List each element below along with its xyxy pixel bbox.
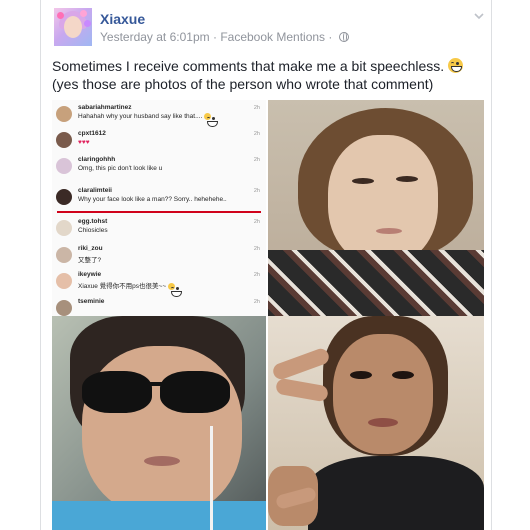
comment-time: 2h [253,299,260,305]
comment-row: claringohhh Omg, this pic don't look lik… [56,156,262,178]
globe-icon [338,32,349,42]
commenter-avatar [56,132,72,148]
comment-time: 2h [253,105,260,111]
meta-separator-2: · [328,30,333,44]
selfie-photo-2[interactable] [52,316,266,530]
grinning-emoji-icon [448,58,464,73]
status-text: Sometimes I receive comments that make m… [52,57,482,93]
selfie-photo-3[interactable] [268,316,484,530]
comment-time: 2h [253,188,260,194]
comment-text: Chiosicles [78,227,108,234]
comment-time: 2h [253,272,260,278]
commenter-name: cpxt1612 [78,130,106,137]
commenter-name: sabariahmartinez [78,104,132,111]
commenter-avatar [56,273,72,289]
comment-text: ♥♥♥ [78,139,90,146]
photo-collage[interactable]: sabariahmartinez Hahahah why your husban… [52,100,484,530]
selfie-photo-1[interactable] [268,100,484,316]
commenter-avatar [56,300,72,316]
comment-time: 2h [253,157,260,163]
commenter-name: ikeywie [78,271,102,278]
commenter-avatar [56,247,72,263]
status-text-after: (yes those are photos of the person who … [52,76,434,92]
commenter-avatar [56,158,72,174]
laughing-emoji-icon [167,283,182,297]
comment-text: Why your face look like a man?? Sorry.. … [78,196,227,203]
comment-time: 2h [253,219,260,225]
commenter-name: egg.tohst [78,218,108,225]
comment-text: Omg, this pic don't look like u [78,165,163,172]
commenter-avatar [56,106,72,122]
comment-row: tseminie 2h [56,298,262,316]
post-meta: Yesterday at 6:01pm · Facebook Mentions … [100,30,349,44]
post-timestamp[interactable]: Yesterday at 6:01pm [100,30,210,44]
comment-time: 2h [253,131,260,137]
comment-row: egg.tohst Chiosicles 2h [56,218,262,240]
laughing-emoji-icon [204,113,219,127]
commenter-name: claralimteii [78,187,112,194]
meta-separator: · [212,30,217,44]
comment-row: cpxt1612 ♥♥♥ 2h [56,130,262,152]
comment-text: Xiaxue 覺得你不用ps也很美~~ [78,280,182,297]
author-name[interactable]: Xiaxue [100,11,145,27]
comment-row-highlighted: claralimteii Why your face look like a m… [56,187,262,209]
comment-row: ikeywie Xiaxue 覺得你不用ps也很美~~ 2h [56,271,262,297]
status-text-main: Sometimes I receive comments that make m… [52,58,445,74]
comment-time: 2h [253,246,260,252]
comment-row: sabariahmartinez Hahahah why your husban… [56,104,262,127]
commenter-name: tseminie [78,298,105,305]
comment-text: 又整了? [78,257,102,264]
author-avatar[interactable] [54,8,92,46]
commenter-avatar [56,189,72,205]
red-underline [57,211,261,213]
comments-screenshot[interactable]: sabariahmartinez Hahahah why your husban… [52,100,266,316]
commenter-name: riki_zou [78,245,103,252]
comment-row: riki_zou 又整了? 2h [56,245,262,267]
comment-text: Hahahah why your husband say like that..… [78,113,219,127]
commenter-avatar [56,220,72,236]
post-source[interactable]: Facebook Mentions [220,30,325,44]
chevron-down-icon[interactable] [473,10,485,22]
commenter-name: claringohhh [78,156,116,163]
